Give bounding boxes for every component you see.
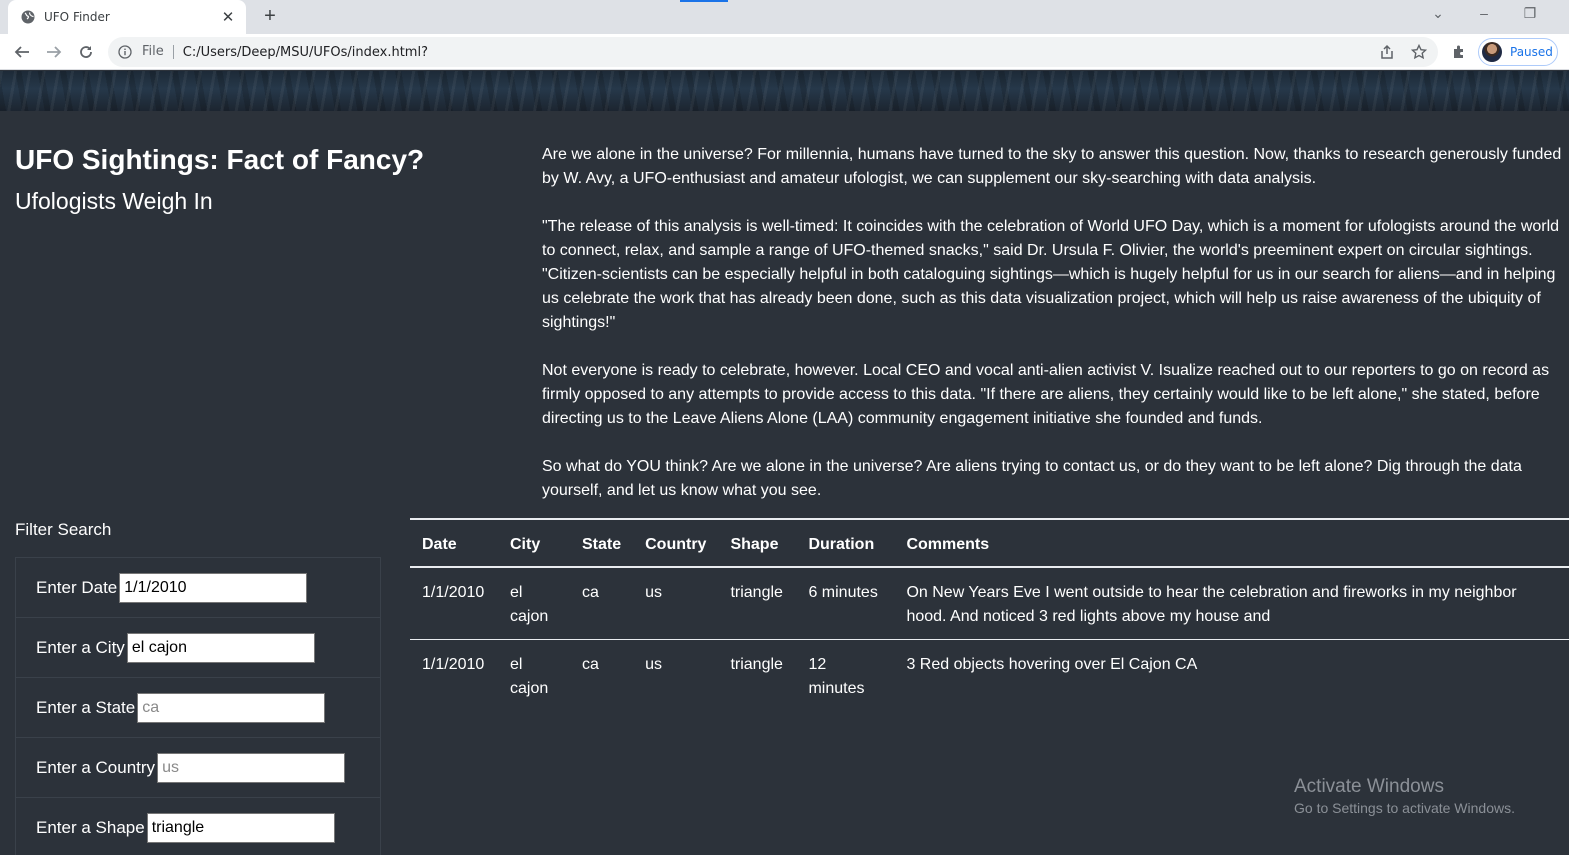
browser-tab[interactable]: UFO Finder ✕: [8, 0, 246, 34]
country-input[interactable]: [157, 752, 346, 783]
shape-input[interactable]: [146, 812, 335, 843]
state-input[interactable]: [137, 692, 326, 723]
column-header: Duration: [796, 518, 895, 568]
watermark-title: Activate Windows: [1294, 776, 1444, 797]
title-main: UFO Sightings: Fact of Fancy?: [15, 144, 425, 175]
article: Are we alone in the universe? For millen…: [542, 143, 1562, 527]
title-sub: Ufologists Weigh In: [15, 188, 213, 214]
restore-icon[interactable]: ❐: [1518, 5, 1542, 22]
new-tab-button[interactable]: +: [258, 6, 282, 28]
table-cell: 1/1/2010: [422, 584, 485, 601]
column-header: State: [570, 518, 634, 568]
filter-date: Enter Date: [15, 557, 381, 617]
minimize-icon[interactable]: –: [1472, 5, 1496, 21]
column-header: Date: [410, 518, 498, 568]
country-label: Enter a Country: [36, 757, 156, 777]
tab-search-icon[interactable]: ⌄: [1426, 5, 1450, 22]
column-header: Comments: [894, 518, 1569, 568]
article-paragraph: So what do YOU think? Are we alone in th…: [542, 458, 1522, 499]
share-icon[interactable]: [1378, 43, 1396, 61]
table-cell: el cajon: [498, 639, 570, 711]
filter-country: Enter a Country: [15, 737, 381, 797]
state-label: Enter a State: [36, 697, 136, 717]
back-icon[interactable]: [12, 42, 32, 62]
tab-title: UFO Finder: [44, 10, 110, 24]
table-cell: 1/1/2010: [410, 639, 498, 711]
table-cell: 6 minutes: [808, 584, 878, 601]
close-tab-icon[interactable]: ✕: [220, 8, 236, 26]
table-cell: el cajon: [510, 584, 549, 625]
table-cell: triangle: [718, 639, 797, 711]
table-cell: On New Years Eve I went outside to hear …: [906, 584, 1517, 625]
column-header: City: [498, 518, 570, 568]
table-cell: triangle: [730, 584, 783, 601]
extensions-icon[interactable]: [1450, 43, 1468, 61]
url-text[interactable]: C:/Users/Deep/MSU/UFOs/index.html?: [183, 45, 428, 60]
city-label: Enter a City: [36, 637, 125, 657]
city-input[interactable]: [126, 632, 315, 663]
filter-search-title: Filter Search: [15, 520, 112, 539]
profile-status: Paused: [1510, 45, 1553, 59]
forward-icon[interactable]: [44, 42, 64, 62]
table-cell: us: [645, 584, 663, 601]
table-cell: ca: [570, 639, 634, 711]
column-header: Shape: [718, 518, 797, 568]
activate-windows-watermark: Activate Windows Go to Settings to activ…: [1294, 776, 1515, 816]
table-cell: ca: [582, 584, 599, 601]
article-paragraph: Not everyone is ready to celebrate, howe…: [542, 362, 1550, 427]
site-info-icon[interactable]: [118, 44, 134, 60]
table-row: 1/1/2010 el cajon ca us triangle 6 minut…: [410, 567, 1569, 640]
browser-toolbar: File C:/Users/Deep/MSU/UFOs/index.html? …: [0, 34, 1569, 70]
table-cell: 12 minutes: [796, 639, 895, 711]
globe-icon: [20, 9, 36, 25]
hero-image: [0, 71, 1569, 111]
shape-label: Enter a Shape: [36, 817, 145, 837]
tab-bar: UFO Finder ✕ + ⌄ – ❐: [0, 0, 1569, 34]
filter-list: Enter Date Enter a City Enter a State En…: [15, 557, 381, 855]
table-cell: 3 Red objects hovering over El Cajon CA: [894, 639, 1569, 711]
table-header-row: Date City State Country Shape Duration C…: [410, 518, 1569, 568]
address-bar[interactable]: File C:/Users/Deep/MSU/UFOs/index.html?: [108, 37, 1438, 67]
table-cell: us: [633, 639, 719, 711]
bookmark-star-icon[interactable]: [1410, 43, 1428, 61]
tab-strip-accent: [680, 0, 728, 2]
filter-state: Enter a State: [15, 677, 381, 737]
filter-city: Enter a City: [15, 617, 381, 677]
filter-shape: Enter a Shape: [15, 797, 381, 855]
table-row: 1/1/2010 el cajon ca us triangle 12 minu…: [410, 639, 1569, 711]
ufo-table: Date City State Country Shape Duration C…: [410, 518, 1569, 711]
article-paragraph: "The release of this analysis is well-ti…: [542, 218, 1560, 331]
date-label: Enter Date: [36, 577, 118, 597]
date-input[interactable]: [119, 572, 308, 603]
article-paragraph: Are we alone in the universe? For millen…: [542, 146, 1562, 187]
profile-button[interactable]: Paused: [1478, 38, 1558, 66]
avatar: [1482, 42, 1502, 62]
reload-icon[interactable]: [76, 42, 96, 62]
column-header: Country: [633, 518, 719, 568]
watermark-subtitle: Go to Settings to activate Windows.: [1294, 800, 1515, 816]
url-scheme: File: [142, 45, 174, 59]
page-title: UFO Sightings: Fact of Fancy? Ufologists…: [15, 142, 510, 223]
